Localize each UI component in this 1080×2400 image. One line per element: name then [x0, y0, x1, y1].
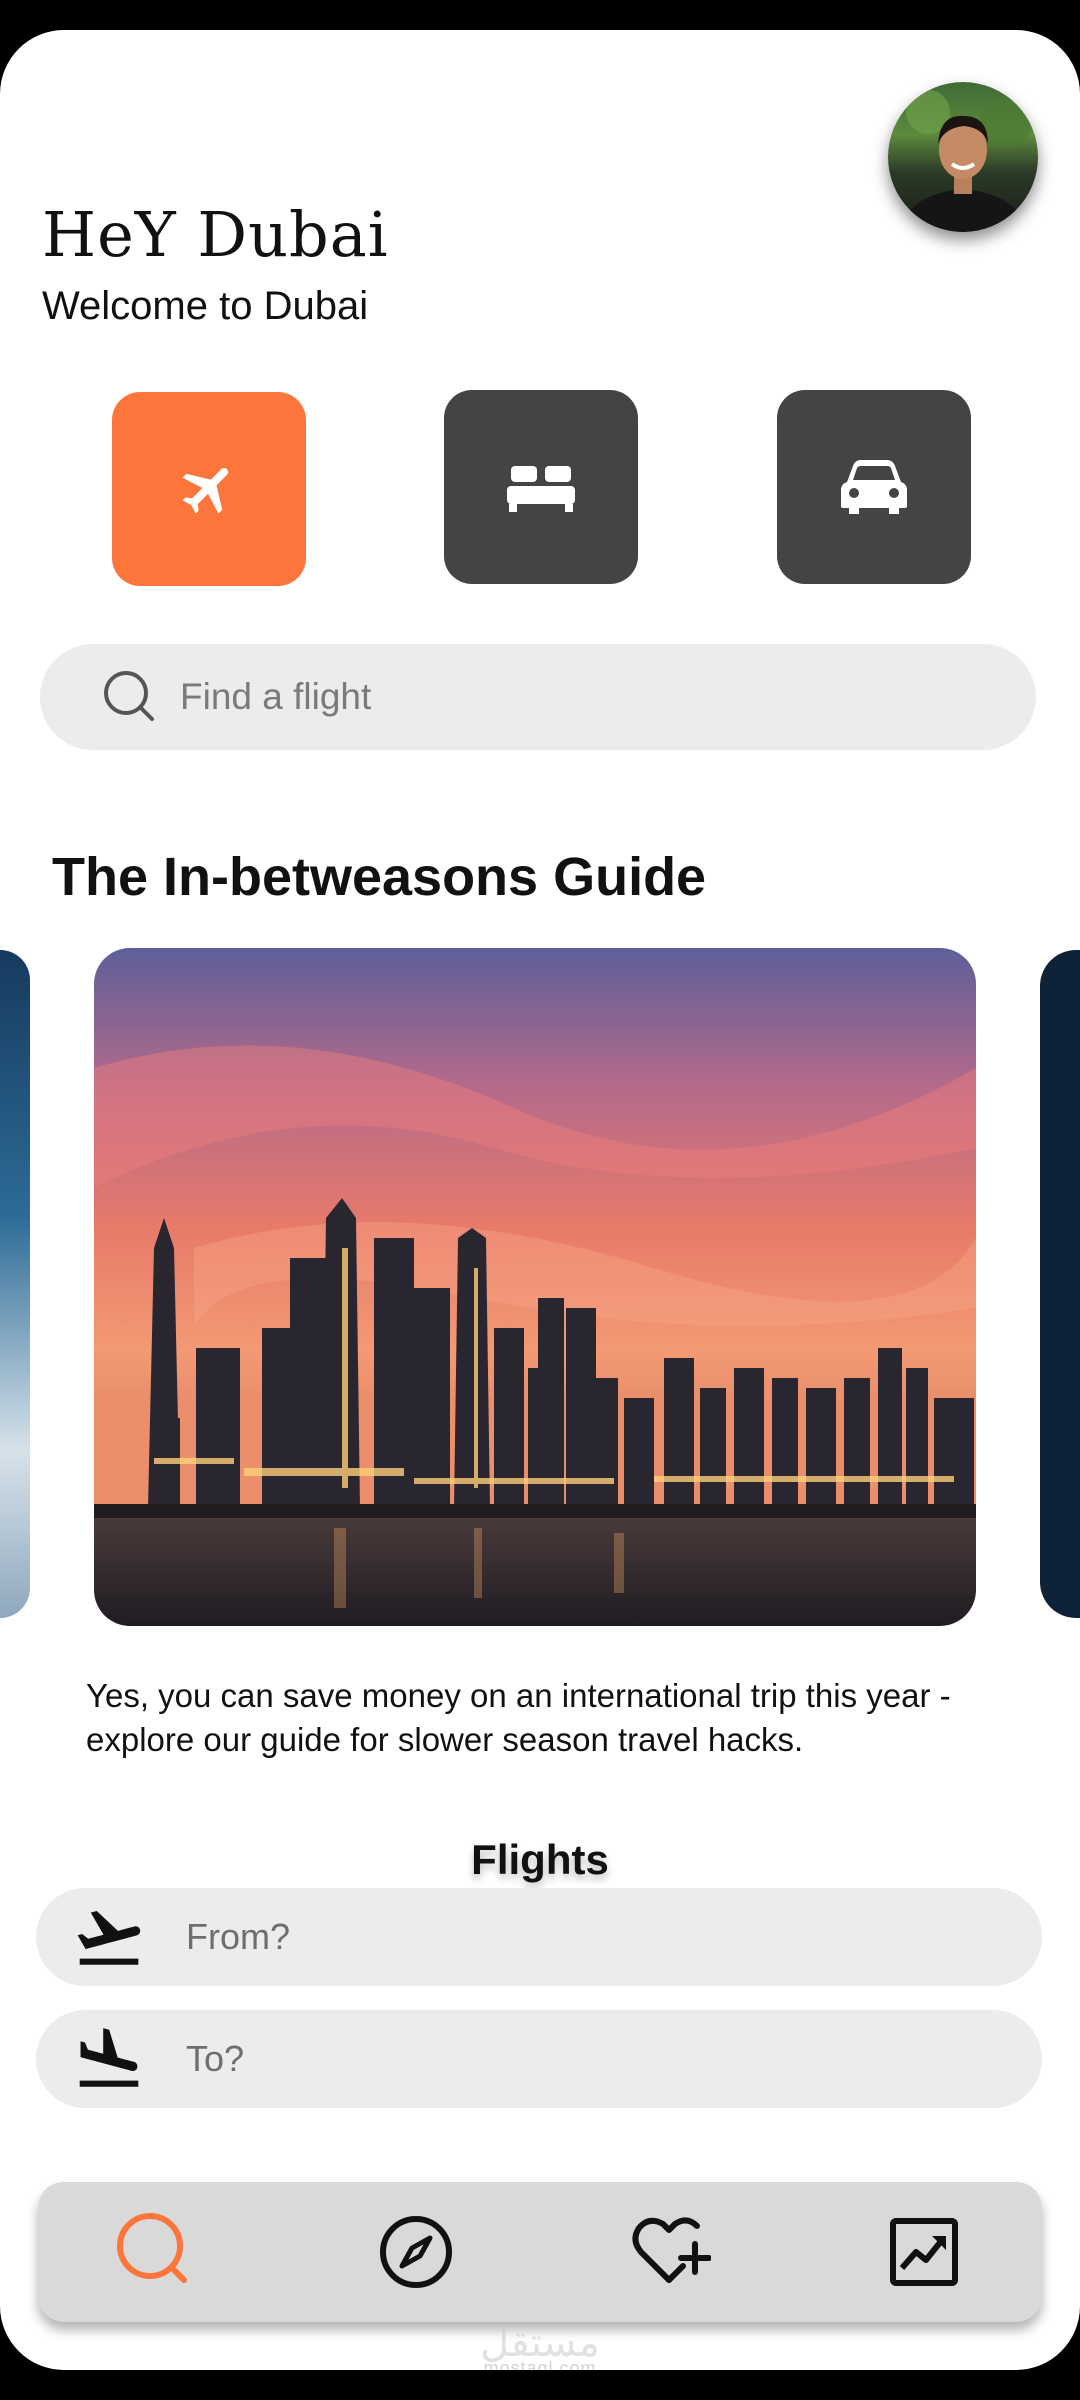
- greeting-title: HeY Dubai: [42, 198, 389, 271]
- watermark-latin: mostaql.com: [483, 2358, 597, 2370]
- to-field[interactable]: [36, 2010, 1042, 2108]
- category-cars-button[interactable]: [777, 390, 971, 584]
- flight-search-bar[interactable]: [40, 644, 1036, 750]
- from-field[interactable]: [36, 1888, 1042, 1986]
- trending-chart-icon: [890, 2218, 958, 2286]
- search-icon: [104, 671, 154, 721]
- bottom-navigation: [38, 2182, 1042, 2322]
- greeting-subtitle: Welcome to Dubai: [42, 284, 369, 328]
- category-flights-button[interactable]: [112, 392, 306, 586]
- takeoff-icon: [77, 1911, 141, 1965]
- from-input[interactable]: [184, 1915, 888, 1959]
- flights-section-title: Flights: [471, 1836, 609, 1883]
- watermark: مستقل mostaql.com: [0, 2320, 1080, 2370]
- nav-search-button[interactable]: [112, 2208, 200, 2296]
- profile-avatar[interactable]: [888, 82, 1038, 232]
- nav-trends-button[interactable]: [880, 2208, 968, 2296]
- compass-icon: [380, 2216, 452, 2288]
- guide-description: Yes, you can save money on an internatio…: [86, 1677, 951, 1758]
- search-icon: [117, 2213, 187, 2283]
- nav-favorites-button[interactable]: [626, 2208, 714, 2296]
- landing-icon: [79, 2028, 139, 2087]
- search-input[interactable]: [178, 675, 882, 719]
- airplane-icon: [182, 468, 229, 514]
- to-input[interactable]: [184, 2037, 888, 2081]
- bed-icon: [507, 466, 575, 512]
- guide-card-image[interactable]: [94, 948, 976, 1626]
- app-screen: HeY Dubai Welcome to Dubai Find a flight…: [0, 30, 1080, 2370]
- avatar-photo: [901, 90, 1032, 232]
- dubai-skyline-photo: [94, 948, 976, 1626]
- category-hotels-button[interactable]: [444, 390, 638, 584]
- carousel-prev-card[interactable]: [0, 950, 30, 1618]
- guide-section-title: The In-betweasons Guide: [52, 847, 707, 907]
- heart-plus-icon: [632, 2217, 711, 2283]
- car-icon: [841, 460, 907, 514]
- nav-explore-button[interactable]: [372, 2208, 460, 2296]
- carousel-next-card[interactable]: [1040, 950, 1080, 1618]
